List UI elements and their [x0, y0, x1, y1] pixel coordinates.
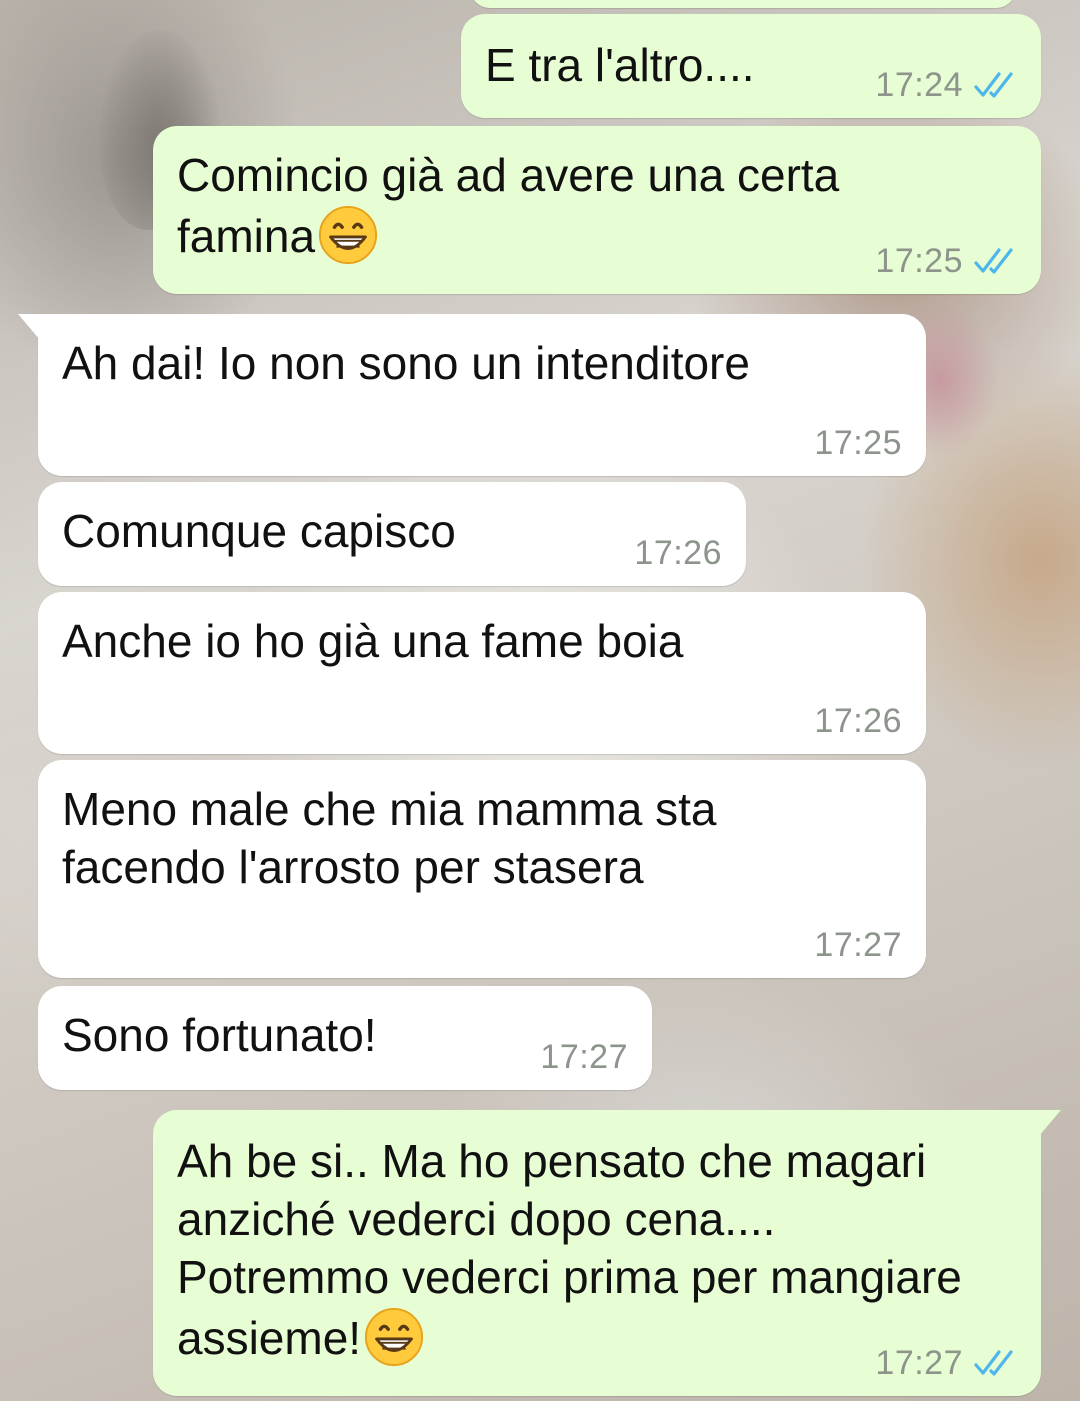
message-time: 17:27 — [540, 1037, 628, 1076]
bubble-tail — [18, 314, 40, 340]
message-time: 17:25 — [875, 241, 963, 280]
message-meta: 17:27 — [540, 1038, 628, 1076]
previous-message-bubble-edge[interactable] — [470, 0, 1016, 8]
message-text: Anche io ho già una fame boia — [62, 615, 684, 667]
message-time: 17:26 — [634, 533, 722, 572]
message-time: 17:26 — [814, 701, 902, 740]
message-meta: 17:25 — [814, 424, 902, 462]
message-time: 17:27 — [814, 925, 902, 964]
message-text-body: Ah be si.. Ma ho pensato che magari anzi… — [177, 1135, 962, 1364]
message-meta: 17:27 — [814, 926, 902, 964]
message-text: Comunque capisco — [62, 505, 456, 557]
message-meta: 17:26 — [634, 534, 722, 572]
grinning-face-emoji-icon — [319, 205, 378, 265]
message-meta: 17:26 — [814, 702, 902, 740]
message-time: 17:25 — [814, 423, 902, 462]
message-text: Ah be si.. Ma ho pensato che magari anzi… — [177, 1132, 962, 1368]
message-text: Meno male che mia mamma sta facendo l'ar… — [62, 783, 717, 893]
incoming-message-bubble[interactable]: Ah dai! Io non sono un intenditore 17:25 — [18, 314, 926, 476]
incoming-message-bubble[interactable]: Comunque capisco 17:26 — [38, 482, 746, 586]
incoming-message-bubble[interactable]: Anche io ho già una fame boia 17:26 — [38, 592, 926, 754]
message-meta: 17:27 — [875, 1344, 1017, 1382]
message-text: Comincio già ad avere una certa famina — [177, 146, 839, 266]
bubble-tail — [1039, 1110, 1061, 1136]
incoming-message-bubble[interactable]: Meno male che mia mamma sta facendo l'ar… — [38, 760, 926, 978]
message-time: 17:24 — [875, 65, 963, 104]
incoming-message-bubble[interactable]: Sono fortunato! 17:27 — [38, 986, 652, 1090]
outgoing-message-bubble[interactable]: Comincio già ad avere una certa famina 1… — [153, 126, 1041, 294]
message-text: Sono fortunato! — [62, 1009, 377, 1061]
message-text: E tra l'altro.... — [485, 39, 755, 91]
double-check-icon — [974, 1350, 1013, 1376]
grinning-face-emoji-icon — [365, 1307, 424, 1367]
outgoing-message-bubble[interactable]: E tra l'altro.... 17:24 — [461, 14, 1041, 118]
message-meta: 17:25 — [875, 242, 1017, 280]
message-time: 17:27 — [875, 1343, 963, 1382]
message-text-body: Comincio già ad avere una certa famina — [177, 149, 840, 262]
outgoing-message-bubble[interactable]: Ah be si.. Ma ho pensato che magari anzi… — [153, 1110, 1061, 1396]
message-meta: 17:24 — [875, 66, 1017, 104]
double-check-icon — [974, 248, 1013, 274]
double-check-icon — [974, 72, 1013, 98]
message-text: Ah dai! Io non sono un intenditore — [62, 337, 750, 389]
